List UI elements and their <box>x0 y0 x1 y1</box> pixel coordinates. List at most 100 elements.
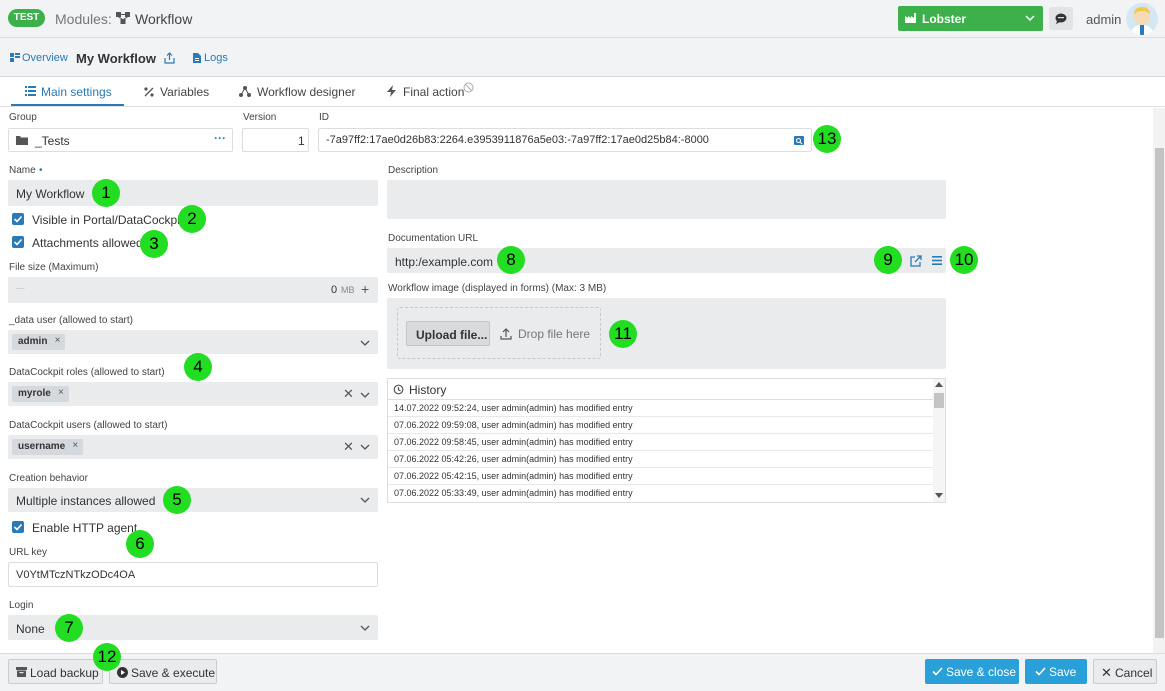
required-indicator: • <box>39 165 43 176</box>
group-value: _Tests <box>35 134 70 148</box>
remove-tag-icon[interactable]: × <box>58 387 64 398</box>
history-panel: History 14.07.2022 09:52:24, user admin(… <box>387 378 946 503</box>
roles-tag-label: myrole <box>18 388 51 399</box>
annotation-marker: 2 <box>178 205 206 233</box>
name-label: Name <box>9 165 36 176</box>
tenant-select[interactable]: Lobster <box>898 6 1043 31</box>
history-row: 14.07.2022 09:52:24, user admin(admin) h… <box>388 400 933 417</box>
environment-badge: TEST <box>8 9 45 27</box>
filesize-minus[interactable]: --- <box>16 283 25 293</box>
tab-workflow-designer[interactable]: Workflow designer <box>257 85 355 99</box>
search-folder-icon[interactable] <box>794 136 804 145</box>
chevron-down-icon[interactable] <box>360 623 370 633</box>
chat-button[interactable] <box>1049 7 1073 30</box>
load-backup-button[interactable]: Load backup <box>8 659 103 684</box>
list-icon <box>25 86 36 96</box>
remove-tag-icon[interactable]: × <box>55 335 61 346</box>
increment-icon[interactable]: + <box>361 281 369 297</box>
load-backup-label: Load backup <box>30 666 99 680</box>
visible-checkbox[interactable] <box>12 213 24 225</box>
modules-label: Modules: <box>55 11 112 27</box>
overview-link[interactable]: Overview <box>22 52 68 64</box>
cancel-button[interactable]: ✕ Cancel <box>1093 659 1157 684</box>
attachments-label: Attachments allowed <box>32 236 143 250</box>
login-label: Login <box>9 600 34 611</box>
history-entry: 07.06.2022 05:42:26, user admin(admin) h… <box>394 454 633 464</box>
version-value: 1 <box>298 134 305 148</box>
disabled-icon <box>463 82 474 93</box>
history-header: History <box>388 379 933 400</box>
save-button[interactable]: Save <box>1025 659 1087 684</box>
folder-icon <box>16 136 28 145</box>
remove-tag-icon[interactable]: × <box>72 440 78 451</box>
creation-label: Creation behavior <box>9 473 88 484</box>
logs-link[interactable]: Logs <box>204 52 228 64</box>
datauser-tag: admin × <box>12 334 66 350</box>
export-icon[interactable] <box>164 52 175 64</box>
tab-variables[interactable]: Variables <box>160 85 209 99</box>
chat-icon <box>1055 13 1067 24</box>
annotation-marker: 6 <box>126 530 154 558</box>
filesize-value: 0 <box>331 284 338 296</box>
annotation-marker: 13 <box>813 125 841 153</box>
upload-icon <box>500 328 512 340</box>
description-field[interactable] <box>387 180 946 219</box>
annotation-marker: 4 <box>184 353 212 381</box>
http-agent-checkbox[interactable] <box>12 521 24 533</box>
description-label: Description <box>388 165 439 176</box>
external-link-icon[interactable] <box>910 255 922 267</box>
users-label: DataCockpit users (allowed to start) <box>9 420 168 431</box>
datauser-tag-label: admin <box>18 336 48 347</box>
page-scrollbar-thumb[interactable] <box>1155 148 1164 638</box>
chevron-down-icon[interactable] <box>360 390 370 400</box>
menu-icon[interactable] <box>932 256 942 265</box>
cancel-label: Cancel <box>1115 666 1153 680</box>
tenant-label: Lobster <box>922 12 967 26</box>
module-title: Workflow <box>135 11 193 27</box>
history-scrollbar[interactable] <box>933 379 945 502</box>
upload-file-button[interactable]: Upload file... <box>406 321 490 346</box>
drop-file-text: Drop file here <box>518 327 591 341</box>
history-entry: 07.06.2022 05:42:15, user admin(admin) h… <box>394 471 633 481</box>
save-close-label: Save & close <box>946 665 1017 679</box>
creation-value: Multiple instances allowed <box>16 494 156 508</box>
attachments-checkbox[interactable] <box>12 236 24 248</box>
http-agent-label: Enable HTTP agent <box>32 521 138 535</box>
annotation-marker: 12 <box>93 643 121 671</box>
annotation-marker: 8 <box>497 246 525 274</box>
tab-final-action[interactable]: Final action <box>403 85 464 99</box>
avatar-image <box>1130 7 1154 35</box>
scroll-down-icon[interactable] <box>935 493 943 498</box>
image-label: Workflow image (displayed in forms) (Max… <box>388 283 607 294</box>
clear-icon[interactable]: ✕ <box>343 386 354 402</box>
history-entry: 07.06.2022 09:58:45, user admin(admin) h… <box>394 437 633 447</box>
save-close-button[interactable]: Save & close <box>925 659 1019 684</box>
overview-icon <box>10 53 20 62</box>
clear-icon[interactable]: ✕ <box>343 439 354 455</box>
chevron-down-icon[interactable] <box>360 495 370 505</box>
chevron-down-icon <box>1025 15 1035 22</box>
annotation-marker: 5 <box>163 486 191 514</box>
filesize-label: File size (Maximum) <box>9 262 99 273</box>
history-entry: 07.06.2022 05:33:49, user admin(admin) h… <box>394 488 633 498</box>
history-entry: 07.06.2022 09:59:08, user admin(admin) h… <box>394 420 633 430</box>
annotation-marker: 7 <box>55 614 83 642</box>
datauser-label: _data user (allowed to start) <box>9 315 133 326</box>
history-row: 07.06.2022 09:58:45, user admin(admin) h… <box>388 434 933 451</box>
tab-main-settings[interactable]: Main settings <box>41 85 112 99</box>
user-name[interactable]: admin <box>1086 12 1121 27</box>
chevron-down-icon[interactable] <box>360 338 370 348</box>
save-execute-button[interactable]: Save & execute <box>109 659 217 684</box>
scroll-up-icon[interactable] <box>935 382 943 387</box>
archive-icon <box>16 667 27 677</box>
history-scroll-thumb[interactable] <box>934 393 944 408</box>
filesize-field[interactable] <box>8 277 378 303</box>
save-execute-label: Save & execute <box>131 666 216 680</box>
chevron-down-icon[interactable] <box>360 442 370 452</box>
docurl-label: Documentation URL <box>388 233 479 244</box>
check-icon <box>932 667 943 676</box>
avatar[interactable] <box>1126 3 1158 35</box>
upload-button-label: Upload file... <box>416 328 488 342</box>
annotation-marker: 1 <box>92 179 120 207</box>
more-icon[interactable]: ··· <box>214 131 226 145</box>
